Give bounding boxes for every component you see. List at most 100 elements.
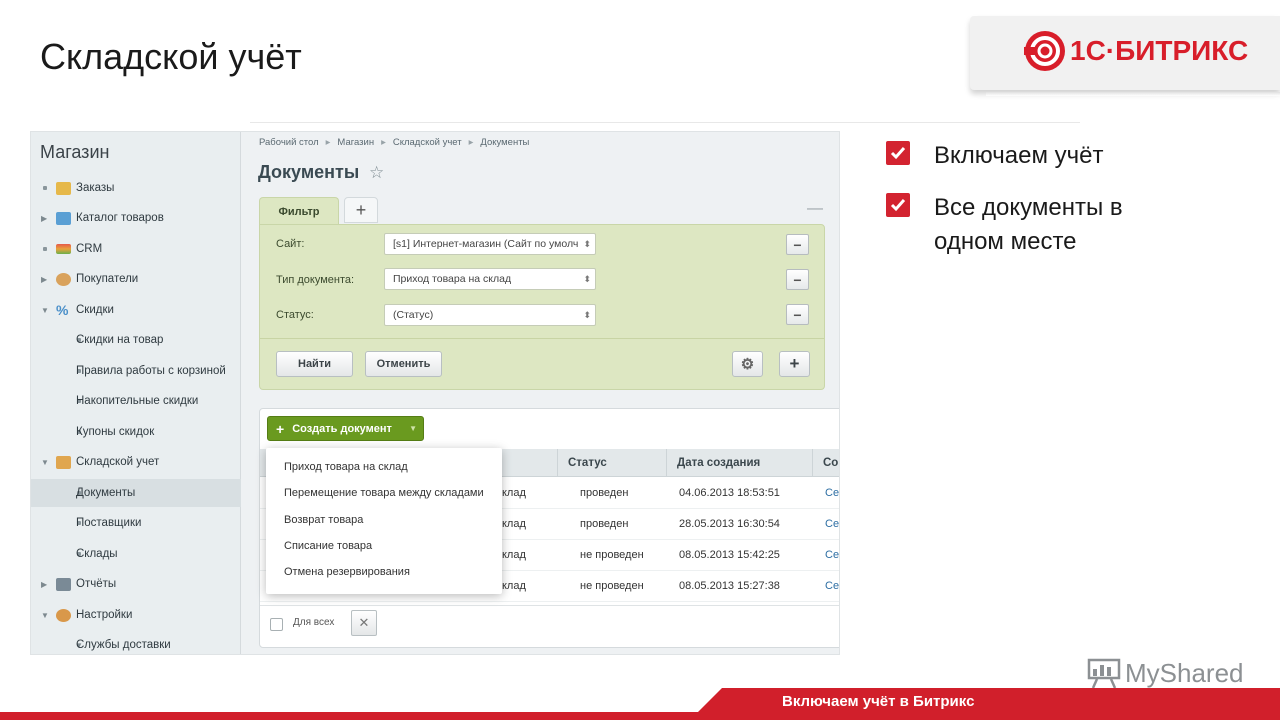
watermark-text: MyShared [1125, 657, 1244, 688]
sidebar-item-coupons[interactable]: Купоны скидок [31, 418, 241, 446]
breadcrumb-separator-icon: ▸ [325, 137, 331, 148]
doc-type-select-value: Приход товара на склад [393, 273, 512, 285]
cancel-button[interactable]: Отменить [365, 351, 442, 377]
sidebar-item-crm[interactable]: CRM [31, 235, 241, 263]
sidebar-item-cart-rules[interactable]: Правила работы с корзиной [31, 357, 241, 385]
column-header-date[interactable]: Дата создания [666, 449, 812, 477]
admin-screenshot: Магазин Заказы ▶ Каталог товаров CRM ▶ П… [30, 131, 840, 655]
grid-footer: Для всех ✕ [260, 605, 839, 639]
brand-logo: 1С·БИТРИКС [970, 16, 1280, 90]
collapse-icon[interactable]: — [807, 200, 823, 218]
slide: Складской учёт 1С·БИТРИКС Магазин Заказы… [0, 0, 1280, 720]
sidebar-item-warehouse[interactable]: ▼ Складской учет [31, 448, 241, 476]
cell-date: 04.06.2013 18:53:51 [679, 487, 780, 499]
cell-author[interactable]: Сер [825, 478, 839, 509]
sidebar-item-suppliers[interactable]: Поставщики [31, 509, 241, 537]
sidebar-item-label: Документы [76, 487, 136, 499]
cell-status: не проведен [580, 580, 644, 592]
find-button[interactable]: Найти [276, 351, 353, 377]
close-icon[interactable]: ✕ [351, 610, 377, 636]
select-arrows-icon: ⬍ [583, 274, 591, 284]
remove-site-filter-button[interactable]: − [786, 234, 809, 255]
chevron-down-icon: ▼ [41, 457, 49, 467]
breadcrumb: Рабочий стол ▸ Магазин ▸ Складской учет ▸ Д… [259, 137, 529, 148]
sidebar-item-documents[interactable]: Документы [31, 479, 241, 507]
sidebar-item-label: Заказы [76, 182, 115, 194]
sidebar-item-orders[interactable]: Заказы [31, 174, 241, 202]
breadcrumb-separator-icon: ▸ [381, 137, 386, 148]
remove-status-filter-button[interactable]: − [786, 304, 809, 325]
cell-status: проведен [580, 487, 629, 499]
sidebar-item-cumulative-discounts[interactable]: Накопительные скидки [31, 387, 241, 415]
chevron-right-icon: ▶ [41, 579, 48, 589]
cell-author[interactable]: Сер [825, 571, 839, 602]
sidebar-item-stores[interactable]: Склады [31, 540, 241, 568]
percent-icon: % [56, 301, 69, 318]
sidebar-item-label: CRM [76, 243, 103, 255]
filter-label-doc-type: Тип документа: [276, 274, 355, 286]
remove-doc-type-filter-button[interactable]: − [786, 269, 809, 290]
menu-item-return[interactable]: Возврат товара [284, 514, 363, 526]
sidebar-item-settings[interactable]: ▼ Настройки [31, 601, 241, 629]
status-select[interactable]: (Статус) ⬍ [384, 304, 596, 326]
menu-item-transfer[interactable]: Перемещение товара между складами [284, 487, 484, 499]
brand-logo-text: 1С·БИТРИКС [1070, 35, 1249, 66]
checkbox-checked-icon [886, 193, 910, 217]
site-select-value: [s1] Интернет-магазин (Сайт по умолч [393, 238, 579, 250]
plus-icon: + [276, 420, 285, 437]
sidebar-item-label: Скидки на товар [76, 334, 164, 346]
cell-status: не проведен [580, 549, 644, 561]
add-filter-field-button[interactable]: + [779, 351, 810, 377]
chevron-down-icon: ▼ [409, 424, 417, 433]
column-header-author[interactable]: Со [812, 449, 839, 477]
sidebar-item-label: Накопительные скидки [76, 395, 199, 407]
add-filter-tab-button[interactable]: + [344, 197, 378, 223]
sidebar-item-catalog[interactable]: ▶ Каталог товаров [31, 204, 241, 232]
settings-icon [56, 608, 71, 622]
sidebar-item-delivery[interactable]: ▼ Службы доставки [31, 631, 241, 654]
breadcrumb-item[interactable]: Магазин [337, 137, 374, 148]
chevron-down-icon: ▼ [41, 610, 49, 620]
doc-type-select[interactable]: Приход товара на склад ⬍ [384, 268, 596, 290]
sidebar-item-label: Каталог товаров [76, 212, 164, 224]
sidebar-item-label: Купоны скидок [76, 426, 155, 438]
myshared-watermark: MyShared [1087, 655, 1244, 691]
breadcrumb-item[interactable]: Документы [480, 137, 529, 148]
sidebar-item-reports[interactable]: ▶ Отчёты [31, 570, 241, 598]
menu-item-receipt[interactable]: Приход товара на склад [284, 461, 408, 473]
column-header-status[interactable]: Статус [557, 449, 666, 477]
sidebar-item-product-discounts[interactable]: Скидки на товар [31, 326, 241, 354]
tab-filter[interactable]: Фильтр [259, 197, 339, 225]
gear-icon[interactable]: ⚙ [732, 351, 763, 377]
sidebar-item-discounts[interactable]: ▼ % Скидки [31, 296, 241, 324]
bullet-point-text: Включаем учёт [934, 142, 1104, 169]
status-select-value: (Статус) [393, 309, 434, 321]
reports-icon [56, 577, 71, 591]
bullet-icon [43, 247, 47, 251]
sidebar: Магазин Заказы ▶ Каталог товаров CRM ▶ П… [31, 132, 241, 654]
sidebar-item-label: Складской учет [76, 456, 160, 468]
sidebar-item-label: Склады [76, 548, 118, 560]
bullet-point-text: одном месте [934, 228, 1077, 255]
bullet-icon [43, 186, 47, 190]
cell-author[interactable]: Сер [825, 540, 839, 571]
filter-divider [260, 338, 824, 339]
sidebar-item-customers[interactable]: ▶ Покупатели [31, 265, 241, 293]
breadcrumb-item[interactable]: Рабочий стол [259, 137, 319, 148]
logo-shadow [986, 92, 1280, 96]
site-select[interactable]: [s1] Интернет-магазин (Сайт по умолч ⬍ [384, 233, 596, 255]
create-document-button[interactable]: + Создать документ ▼ [267, 416, 424, 441]
cell-author[interactable]: Сер [825, 509, 839, 540]
menu-item-writeoff[interactable]: Списание товара [284, 540, 372, 552]
create-document-menu: Приход товара на склад Перемещение товар… [266, 448, 502, 594]
select-all-checkbox[interactable] [270, 618, 283, 631]
checkbox-checked-icon [886, 141, 910, 165]
star-icon[interactable]: ☆ [369, 163, 384, 183]
sidebar-item-label: Поставщики [76, 517, 142, 529]
menu-item-unreserve[interactable]: Отмена резервирования [284, 566, 410, 578]
cell-type: клад [502, 487, 526, 499]
slide-title: Складской учёт [40, 36, 302, 77]
breadcrumb-item[interactable]: Складской учет [393, 137, 462, 148]
breadcrumb-separator-icon: ▸ [468, 137, 474, 148]
sidebar-title: Магазин [40, 142, 110, 162]
